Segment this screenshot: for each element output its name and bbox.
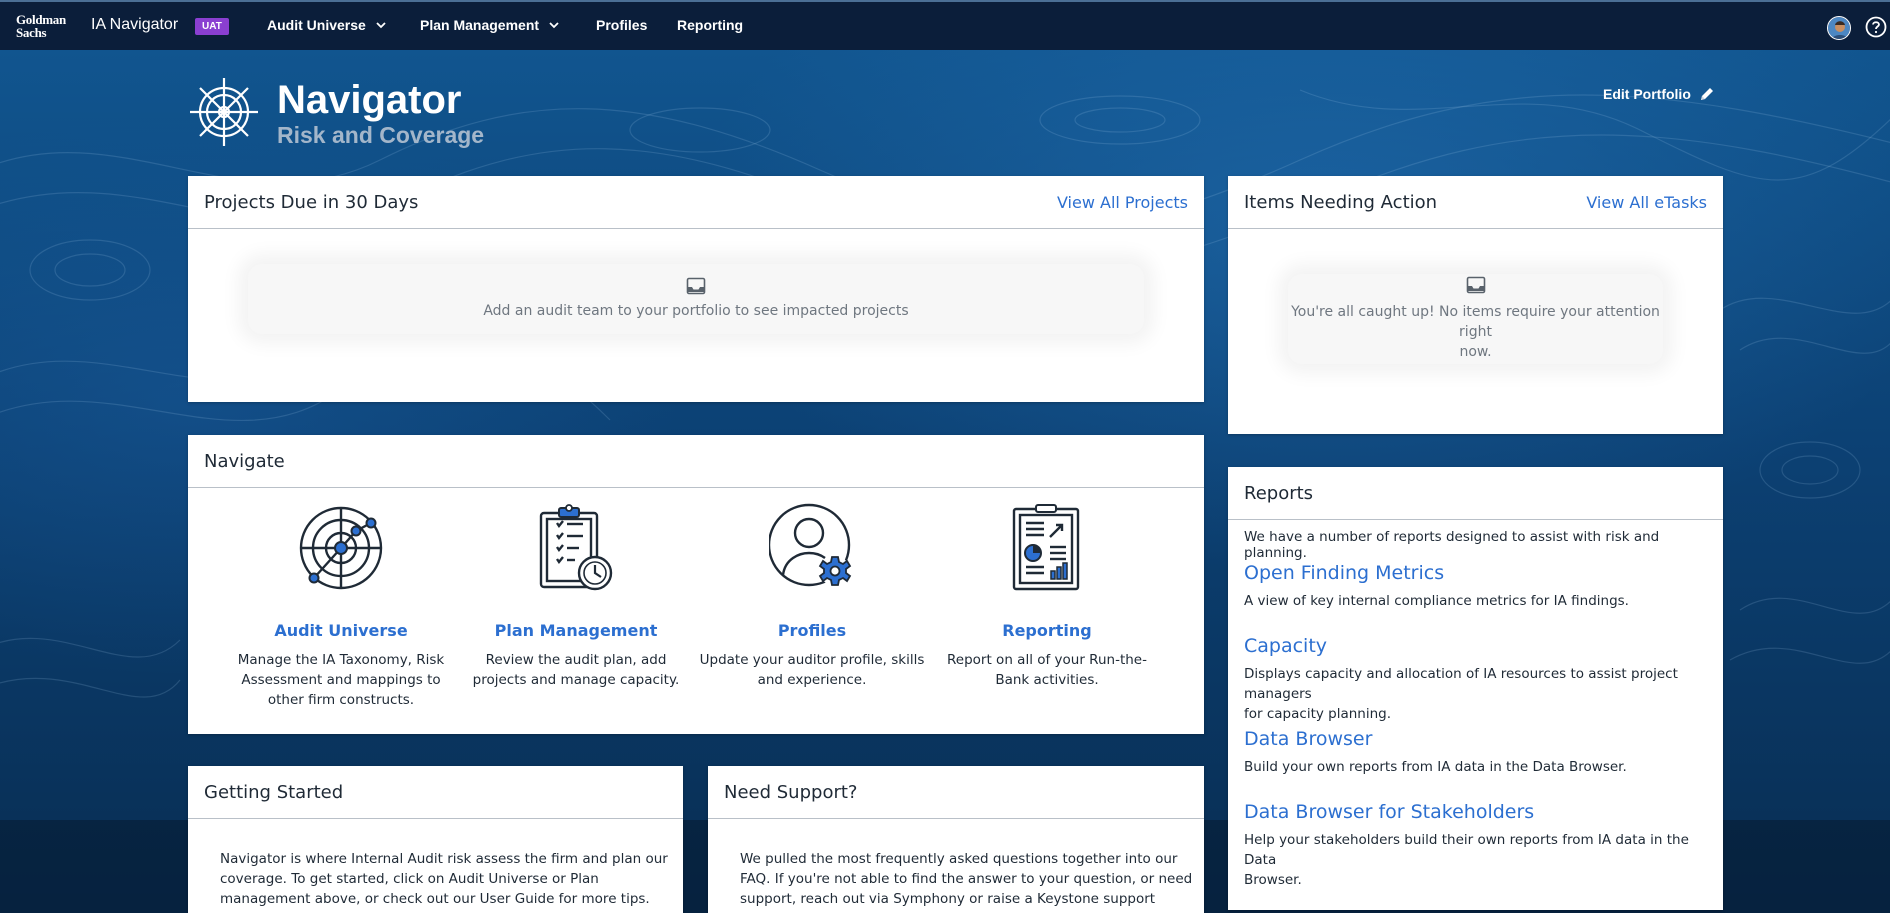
empty-state-text: Add an audit team to your portfolio to s… [483, 303, 909, 319]
reports-intro: We have a number of reports designed to … [1244, 529, 1660, 561]
navigate-tile-reporting[interactable]: Reporting Report on all of your Run-the-… [932, 503, 1162, 690]
card-title: Navigate [204, 450, 285, 472]
inbox-icon [686, 277, 706, 295]
desc-line: Review the audit plan, add [485, 652, 667, 668]
desc-line: Report on all of your Run-the- [947, 652, 1147, 668]
desc-line: for capacity planning. [1244, 706, 1392, 722]
navigate-tile-label[interactable]: Profiles [697, 621, 927, 640]
goldman-sachs-logo[interactable]: Goldman Sachs [16, 13, 76, 39]
desc-line: Update your auditor profile, skills [699, 652, 925, 668]
empty-state: You're all caught up! No items require y… [1288, 274, 1663, 364]
nav-reporting[interactable]: Reporting [677, 17, 743, 33]
navigate-tile-label[interactable]: Audit Universe [226, 621, 456, 640]
nav-profiles[interactable]: Profiles [596, 17, 647, 33]
nav-plan-management[interactable]: Plan Management [420, 17, 559, 33]
navigate-tile-description: Update your auditor profile, skills and … [697, 650, 927, 690]
items-needing-action-card: Items Needing Action View All eTasks You… [1228, 176, 1723, 434]
desc-line: Browser. [1244, 872, 1302, 888]
report-description: A view of key internal compliance metric… [1244, 591, 1724, 611]
report-description: Help your stakeholders build their own r… [1244, 830, 1724, 890]
navigate-tile-label[interactable]: Reporting [932, 621, 1162, 640]
desc-line: Displays capacity and allocation of IA r… [1244, 666, 1678, 702]
text-line: Navigator is where Internal Audit risk a… [220, 851, 668, 867]
text-line: support, reach out via Symphony or raise… [740, 891, 1156, 913]
need-support-card: Need Support? We pulled the most frequen… [708, 766, 1204, 913]
empty-state-text-line-2: now. [1459, 344, 1492, 360]
edit-portfolio-label: Edit Portfolio [1603, 86, 1691, 102]
report-document-icon [1012, 504, 1080, 591]
avatar[interactable] [1827, 16, 1851, 40]
nav-item-label: Reporting [677, 17, 744, 33]
logo-line-2: Sachs [16, 25, 47, 40]
navigate-tile-description: Manage the IA Taxonomy, Risk Assessment … [226, 650, 456, 710]
top-navigation-bar: Goldman Sachs IA Navigator UAT Audit Uni… [0, 0, 1890, 50]
environment-badge: UAT [195, 18, 229, 35]
getting-started-text: Navigator is where Internal Audit risk a… [220, 849, 670, 909]
card-title: Items Needing Action [1244, 191, 1438, 213]
navigate-tile-profiles[interactable]: Profiles Update your auditor profile, sk… [697, 503, 927, 690]
card-title: Projects Due in 30 Days [204, 191, 419, 213]
desc-line: Manage the IA Taxonomy, Risk [237, 652, 445, 668]
text-line: We pulled the most frequently asked ques… [740, 851, 1178, 867]
view-all-etasks-link[interactable]: View All eTasks [1586, 193, 1707, 212]
radar-icon [299, 506, 383, 590]
user-photo [1828, 17, 1850, 39]
need-support-text: We pulled the most frequently asked ques… [740, 849, 1200, 913]
desc-line: Help your stakeholders build their own r… [1244, 832, 1689, 868]
card-title: Need Support? [724, 781, 858, 803]
desc-line: and experience. [757, 672, 867, 688]
nav-item-label: Audit Universe [267, 17, 366, 33]
card-header: Items Needing Action View All eTasks [1228, 176, 1723, 229]
text-line: FAQ. If you're not able to find the answ… [740, 871, 1193, 887]
navigate-tile-description: Report on all of your Run-the- Bank acti… [932, 650, 1162, 690]
desc-line: A view of key internal compliance metric… [1244, 593, 1629, 609]
view-all-projects-link[interactable]: View All Projects [1057, 193, 1188, 212]
card-header: Navigate [188, 435, 1204, 488]
desc-line: Build your own reports from IA data in t… [1244, 759, 1627, 775]
empty-state: Add an audit team to your portfolio to s… [248, 264, 1144, 334]
chevron-down-icon [376, 22, 386, 29]
clipboard-clock-icon [539, 504, 613, 591]
reports-card: Reports We have a number of reports desi… [1228, 467, 1723, 910]
page-subtitle: Risk and Coverage [277, 122, 485, 148]
text-line: management above, or check out our User … [220, 891, 650, 907]
card-title: Reports [1244, 482, 1314, 504]
projects-due-card: Projects Due in 30 Days View All Project… [188, 176, 1204, 402]
desc-line: projects and manage capacity. [472, 672, 680, 688]
empty-state-text-line-1: You're all caught up! No items require y… [1291, 304, 1660, 340]
pencil-icon [1700, 88, 1713, 100]
report-description: Displays capacity and allocation of IA r… [1244, 664, 1724, 724]
nav-item-label: Plan Management [420, 17, 540, 33]
chevron-down-icon [549, 22, 559, 29]
user-gear-icon [769, 503, 852, 587]
card-title: Getting Started [204, 781, 344, 803]
report-link-data-browser-for-stakeholders[interactable]: Data Browser for Stakeholders [1244, 801, 1534, 823]
desc-line: Bank activities. [995, 672, 1099, 688]
report-link-capacity[interactable]: Capacity [1244, 635, 1327, 657]
getting-started-card: Getting Started Navigator is where Inter… [188, 766, 683, 913]
report-link-open-finding-metrics[interactable]: Open Finding Metrics [1244, 562, 1444, 584]
help-icon[interactable] [1865, 16, 1887, 38]
navigate-card: Navigate Audit Universe Manage the IA Ta… [188, 435, 1204, 734]
desc-line: other firm constructs. [267, 692, 415, 708]
card-header: Reports [1228, 467, 1723, 520]
report-description: Build your own reports from IA data in t… [1244, 757, 1724, 777]
navigate-tile-audit-universe[interactable]: Audit Universe Manage the IA Taxonomy, R… [226, 503, 456, 710]
inbox-icon [1466, 276, 1485, 294]
navigate-tile-description: Review the audit plan, add projects and … [461, 650, 691, 690]
nav-item-label: Profiles [596, 17, 648, 33]
text-line: coverage. To get started, click on Audit… [220, 871, 599, 887]
navigate-tile-plan-management[interactable]: Plan Management Review the audit plan, a… [461, 503, 691, 690]
desc-line: Assessment and mappings to [241, 672, 441, 688]
card-header: Need Support? [708, 766, 1204, 819]
card-header: Getting Started [188, 766, 683, 819]
navigate-tile-label[interactable]: Plan Management [461, 621, 691, 640]
app-title[interactable]: IA Navigator [91, 16, 178, 34]
report-link-data-browser[interactable]: Data Browser [1244, 728, 1372, 750]
ship-wheel-icon [190, 78, 258, 146]
edit-portfolio-button[interactable]: Edit Portfolio [1603, 86, 1715, 102]
card-header: Projects Due in 30 Days View All Project… [188, 176, 1204, 229]
page-title: Navigator [277, 78, 462, 122]
nav-audit-universe[interactable]: Audit Universe [267, 17, 386, 33]
